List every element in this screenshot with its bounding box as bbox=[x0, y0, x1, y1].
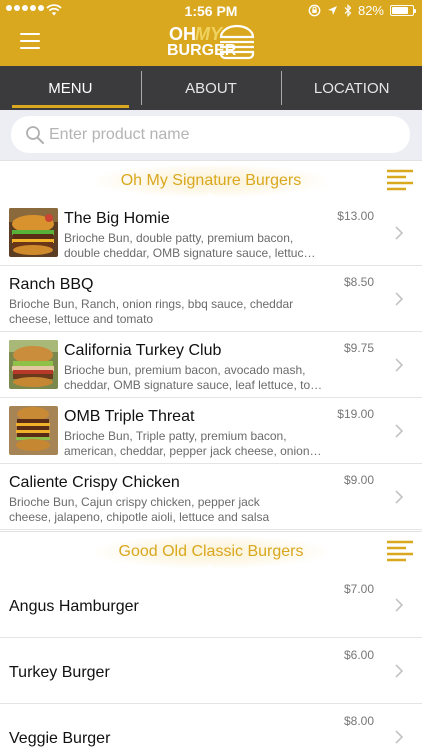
battery-percent: 82% bbox=[357, 3, 384, 18]
logo-burger-text: BURGER bbox=[167, 42, 237, 59]
item-name: Caliente Crispy Chicken bbox=[9, 474, 180, 491]
menu-item-ranch-bbq[interactable]: Ranch BBQ Brioche Bun, Ranch, onion ring… bbox=[0, 266, 422, 332]
chevron-right-icon bbox=[395, 292, 404, 306]
chevron-right-icon bbox=[395, 598, 404, 612]
rotation-lock-icon bbox=[308, 4, 321, 17]
battery-fill bbox=[392, 7, 409, 14]
item-name: California Turkey Club bbox=[64, 342, 222, 359]
sort-lines-icon[interactable] bbox=[386, 540, 414, 562]
search-icon bbox=[26, 125, 44, 144]
item-price: $19.00 bbox=[337, 407, 374, 421]
tab-bar: MENU ABOUT LOCATION bbox=[0, 66, 422, 110]
search-box[interactable] bbox=[11, 116, 410, 153]
chevron-right-icon bbox=[395, 664, 404, 678]
item-price: $6.00 bbox=[343, 648, 374, 662]
app-header: 1:56 PM 82% OH MY BURGER bbox=[0, 0, 422, 66]
item-name: Angus Hamburger bbox=[9, 598, 139, 615]
search-input[interactable] bbox=[49, 125, 379, 144]
chevron-right-icon bbox=[395, 424, 404, 438]
chevron-right-icon bbox=[395, 730, 404, 744]
item-name: OMB Triple Threat bbox=[64, 408, 195, 425]
tab-menu-label: MENU bbox=[48, 79, 93, 97]
item-name: The Big Homie bbox=[64, 210, 170, 227]
active-tab-indicator bbox=[12, 105, 129, 108]
section-header-signature: Oh My Signature Burgers bbox=[0, 160, 422, 210]
tab-location[interactable]: LOCATION bbox=[281, 66, 422, 110]
menu-item-big-homie[interactable]: The Big Homie Brioche Bun, double patty,… bbox=[0, 200, 422, 266]
hamburger-menu-icon[interactable] bbox=[20, 33, 40, 49]
tab-about[interactable]: ABOUT bbox=[140, 66, 282, 110]
item-description: Brioche Bun, Triple patty, premium bacon… bbox=[64, 429, 322, 458]
menu-item-angus-hamburger[interactable]: Angus Hamburger $7.00 bbox=[0, 572, 422, 638]
location-arrow-icon bbox=[327, 6, 337, 15]
section-header-classic: Good Old Classic Burgers bbox=[0, 531, 422, 581]
chevron-right-icon bbox=[395, 490, 404, 504]
item-description: Brioche Bun, Cajun crispy chicken, peppe… bbox=[9, 495, 270, 524]
menu-item-veggie-burger[interactable]: Veggie Burger $8.00 bbox=[0, 704, 422, 750]
item-description: Brioche bun, premium bacon, avocado mash… bbox=[64, 363, 323, 392]
burger-photo-icon bbox=[9, 406, 58, 455]
status-right-group: 82% bbox=[308, 3, 416, 18]
item-name: Veggie Burger bbox=[9, 730, 111, 747]
sort-lines-icon[interactable] bbox=[386, 169, 414, 191]
menu-item-caliente-crispy-chicken[interactable]: Caliente Crispy Chicken Brioche Bun, Caj… bbox=[0, 464, 422, 530]
chevron-right-icon bbox=[395, 358, 404, 372]
item-description: Brioche Bun, double patty, premium bacon… bbox=[64, 231, 316, 260]
item-price: $8.50 bbox=[343, 275, 374, 289]
menu-item-turkey-burger[interactable]: Turkey Burger $6.00 bbox=[0, 638, 422, 704]
item-price: $7.00 bbox=[343, 582, 374, 596]
burger-photo-icon bbox=[9, 208, 58, 257]
item-price: $9.75 bbox=[343, 341, 374, 355]
tab-about-label: ABOUT bbox=[185, 79, 237, 97]
item-price: $13.00 bbox=[337, 209, 374, 223]
tab-location-label: LOCATION bbox=[313, 79, 390, 97]
item-price: $8.00 bbox=[343, 714, 374, 728]
section-title: Good Old Classic Burgers bbox=[118, 543, 304, 560]
status-bar: 1:56 PM 82% bbox=[0, 0, 422, 22]
burger-photo-icon bbox=[9, 340, 58, 389]
item-name: Ranch BBQ bbox=[9, 276, 94, 293]
section-title: Oh My Signature Burgers bbox=[120, 172, 302, 189]
item-name: Turkey Burger bbox=[9, 664, 110, 681]
tab-menu[interactable]: MENU bbox=[0, 66, 141, 110]
item-price: $9.00 bbox=[343, 473, 374, 487]
search-bar bbox=[0, 110, 422, 160]
bluetooth-icon bbox=[344, 4, 352, 17]
menu-item-california-turkey-club[interactable]: California Turkey Club Brioche bun, prem… bbox=[0, 332, 422, 398]
chevron-right-icon bbox=[395, 226, 404, 240]
menu-item-omb-triple-threat[interactable]: OMB Triple Threat Brioche Bun, Triple pa… bbox=[0, 398, 422, 464]
item-description: Brioche Bun, Ranch, onion rings, bbq sau… bbox=[9, 297, 294, 326]
oh-my-burger-logo: OH MY BURGER bbox=[167, 23, 257, 63]
battery-icon bbox=[390, 5, 416, 16]
